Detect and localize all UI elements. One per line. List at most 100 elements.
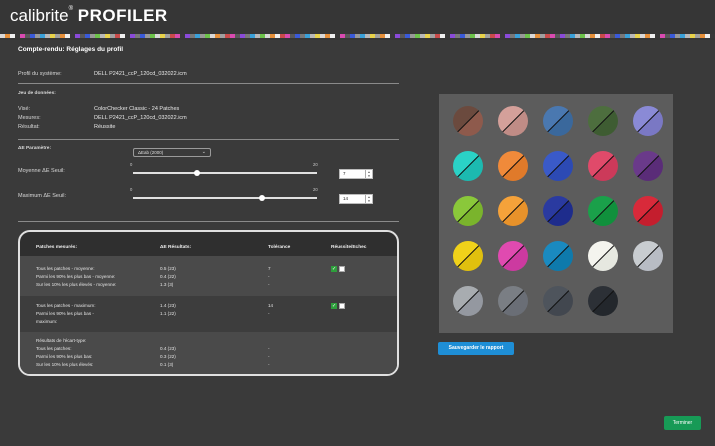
table-row-tolerance: - (268, 346, 270, 351)
color-patch (453, 151, 483, 181)
table-row-label: Tous les patches - maximum: (36, 303, 96, 308)
color-patch (633, 241, 663, 271)
dataset-label-result: Résultat: (18, 124, 40, 130)
max-threshold-stepper[interactable]: 14 ▲ ▼ (339, 194, 373, 204)
table-row-result: 0.4 (23) (160, 346, 176, 351)
pass-checkbox: ✓ (331, 303, 337, 309)
max-threshold-slider[interactable] (133, 197, 317, 199)
color-patch (498, 286, 528, 316)
patch-divider (544, 242, 572, 270)
color-patch (498, 241, 528, 271)
color-patch (543, 241, 573, 271)
color-patch (453, 286, 483, 316)
patch-divider (454, 107, 482, 135)
patch-comparison-panel (439, 94, 673, 333)
save-report-button[interactable]: Sauvegarder le rapport (438, 342, 514, 355)
table-row-tolerance: - (268, 362, 270, 367)
avg-threshold-slider[interactable] (133, 172, 317, 174)
table-row-tolerance: - (268, 282, 270, 287)
app-logo: calibrite® PROFILER (10, 6, 168, 25)
table-row-label: Parmi les 90% les plus bas - moyenne: (36, 274, 116, 279)
color-patch (633, 151, 663, 181)
table-row-tolerance: - (268, 354, 270, 359)
patch-divider (499, 197, 527, 225)
patch-divider (454, 287, 482, 315)
table-row-label: Parmi les 90% les plus bas: (36, 354, 93, 359)
color-patch (633, 196, 663, 226)
strip-swatch (710, 34, 715, 38)
table-row-result: 0.3 (22) (160, 354, 176, 359)
table-row-result: 1.3 (3) (160, 282, 174, 287)
color-patch (453, 241, 483, 271)
max-slider-min: 0 (130, 187, 133, 192)
system-profile-label: Profil du système: (18, 71, 62, 77)
patch-divider (589, 242, 617, 270)
table-row-label: Résultats de l'écart-type: (36, 338, 87, 343)
patch-divider (634, 197, 662, 225)
patch-divider (499, 242, 527, 270)
color-patch (498, 196, 528, 226)
patch-divider (544, 287, 572, 315)
finish-button[interactable]: Terminer (664, 416, 701, 430)
color-patch (543, 196, 573, 226)
stepper-arrows-icon[interactable]: ▲ ▼ (365, 195, 372, 203)
pass-checkbox: ✓ (331, 266, 337, 272)
page-title: Compte-rendu: Réglages du profil (18, 46, 124, 53)
stepper-arrows-icon[interactable]: ▲ ▼ (365, 170, 372, 178)
divider (18, 139, 399, 140)
table-row-label: Tous les patches: (36, 346, 72, 351)
avg-threshold-label: Moyenne ΔE Seuil: (18, 168, 65, 174)
avg-slider-min: 0 (130, 162, 133, 167)
table-row-tolerance: - (268, 274, 270, 279)
table-row-label: Sur les 10% les plus élevés: (36, 362, 94, 367)
color-patch (453, 106, 483, 136)
table-row-result: 0.5 (23) (160, 266, 176, 271)
patch-divider (589, 107, 617, 135)
color-patch (498, 151, 528, 181)
table-row-tolerance: - (268, 311, 270, 316)
avg-threshold-stepper[interactable]: 7 ▲ ▼ (339, 169, 373, 179)
fail-checkbox (339, 266, 345, 272)
patch-divider (499, 152, 527, 180)
table-row-result: 1.1 (22) (160, 311, 176, 316)
table-row-result: 1.4 (23) (160, 303, 176, 308)
col-header-patches: Patches mesurés: (36, 245, 78, 250)
color-patch (543, 106, 573, 136)
patch-divider (454, 197, 482, 225)
dataset-label-target: Visé: (18, 106, 31, 112)
results-group-maximum: Tous les patches - maximum: 1.4 (23) 14 … (20, 296, 397, 332)
divider (18, 83, 399, 84)
table-row-label: Sur les 10% les plus élevés - moyenne: (36, 282, 117, 287)
dataset-label-measures: Mesures: (18, 115, 41, 121)
patch-divider (454, 242, 482, 270)
table-row-label: Tous les patches - moyenne: (36, 266, 95, 271)
dataset-heading: Jeu de données: (18, 91, 56, 96)
max-slider-max: 20 (313, 187, 318, 192)
table-row-label: maximum: (36, 319, 58, 324)
patch-divider (544, 152, 572, 180)
results-table: Patches mesurés: ΔE Résultats: Tolérance… (18, 230, 399, 376)
divider (18, 221, 399, 222)
max-slider-thumb[interactable] (258, 195, 265, 201)
avg-slider-thumb[interactable] (194, 170, 201, 176)
system-profile-value: DELL P2421_ccP_120cd_032022.icm (94, 71, 187, 77)
patch-divider (634, 242, 662, 270)
results-group-std-dev: Résultats de l'écart-type: Tous les patc… (20, 332, 397, 374)
patch-divider (544, 107, 572, 135)
de-param-select[interactable]: ΔEab (2000) ⌄ (133, 148, 211, 157)
chevron-down-icon: ⌄ (201, 149, 206, 155)
table-row-result: 0.4 (22) (160, 274, 176, 279)
patch-divider (454, 152, 482, 180)
patch-divider (634, 152, 662, 180)
col-header-pass-fail: Réussite/Echec (331, 245, 367, 250)
patch-divider (499, 107, 527, 135)
results-group-average: Tous les patches - moyenne: 0.5 (23) 7 ✓… (20, 256, 397, 296)
col-header-tolerance: Tolérance (268, 245, 291, 250)
patch-divider (499, 287, 527, 315)
max-threshold-label: Maximum ΔE Seuil: (18, 193, 66, 199)
color-strip (0, 34, 715, 38)
color-patch (543, 151, 573, 181)
table-row-label: Parmi les 90% les plus bas - (36, 311, 94, 316)
color-patch (498, 106, 528, 136)
patch-divider (589, 152, 617, 180)
